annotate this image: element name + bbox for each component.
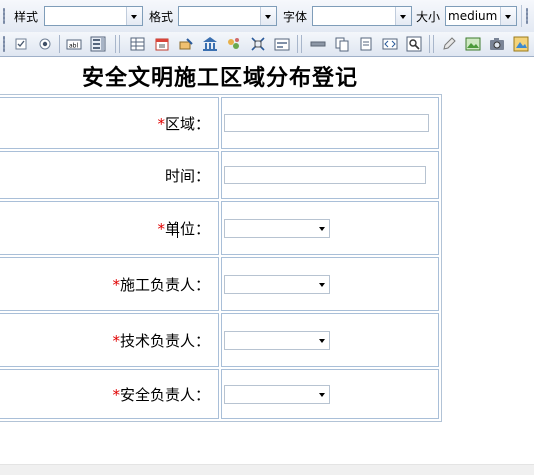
toolbar-grip[interactable] [526,8,528,24]
size-label: 大小 [416,10,441,24]
required-mark: * [112,385,120,404]
anchor-icon[interactable] [250,36,266,52]
unit-select[interactable] [224,218,330,238]
table-row: *安全负责人： [0,369,439,419]
required-mark: * [112,275,120,294]
tools-icon[interactable] [178,36,194,52]
table-row: *施工负责人： [0,257,439,311]
format-toolbar: 样式 格式 字体 大小 medium [0,0,534,33]
toolbar-grip[interactable] [3,36,5,52]
textfield-icon[interactable]: abl [66,36,82,52]
preview-icon[interactable] [406,36,422,52]
chevron-down-icon[interactable] [260,7,276,25]
form-icon[interactable] [274,36,290,52]
font-label: 字体 [283,10,308,24]
link-icon[interactable] [226,36,242,52]
copy-icon[interactable] [334,36,350,52]
font-select[interactable] [312,6,412,26]
required-mark: * [157,114,165,133]
style-select[interactable] [44,6,143,26]
image-icon[interactable] [465,36,481,52]
page-icon[interactable] [358,36,374,52]
field-label-area: *区域： [0,97,219,149]
bank-icon[interactable] [202,36,218,52]
svg-text:abl: abl [69,43,78,50]
toolbar-separator [521,5,522,27]
table-row: *区域： [0,97,439,149]
table-row: 时间： [0,151,439,199]
registration-form-table: *区域： 时间： *单位： *施工负责人： *技术负责人： *安全负责人： [0,94,442,422]
chevron-down-icon[interactable] [500,7,516,25]
text-caret [177,222,178,238]
hr-icon[interactable] [310,36,326,52]
page-title: 安全文明施工区域分布登记 [81,65,358,91]
construction-lead-select[interactable] [224,274,330,294]
required-mark: * [157,219,165,238]
chevron-down-icon[interactable] [395,7,411,25]
time-input[interactable] [224,166,426,184]
table-icon[interactable] [130,36,146,52]
edit-icon[interactable] [441,36,457,52]
media-icon[interactable] [513,36,529,52]
camera-icon[interactable] [489,36,505,52]
format-select[interactable] [178,6,277,26]
field-label-technical-lead: *技术负责人： [0,313,219,367]
calendar-icon[interactable] [154,36,170,52]
listbox-icon[interactable] [90,36,106,52]
technical-lead-select[interactable] [224,330,330,350]
chevron-down-icon[interactable] [126,7,142,25]
table-row: *单位： [0,201,439,255]
field-label-construction-lead: *施工负责人： [0,257,219,311]
required-mark: * [112,331,120,350]
status-strip [0,464,534,475]
size-select[interactable]: medium [445,6,517,26]
table-row: *技术负责人： [0,313,439,367]
toolbar-grip[interactable] [3,8,5,24]
field-label-time: 时间： [0,151,219,199]
field-label-unit: *单位： [0,201,219,255]
code-icon[interactable] [382,36,398,52]
safety-lead-select[interactable] [224,384,330,404]
area-input[interactable] [224,114,429,132]
radio-icon[interactable] [37,36,53,52]
style-label: 样式 [14,10,39,24]
insert-toolbar: abl [0,32,534,57]
field-label-safety-lead: *安全负责人： [0,369,219,419]
format-label: 格式 [149,10,174,24]
checkbox-icon[interactable] [13,36,29,52]
